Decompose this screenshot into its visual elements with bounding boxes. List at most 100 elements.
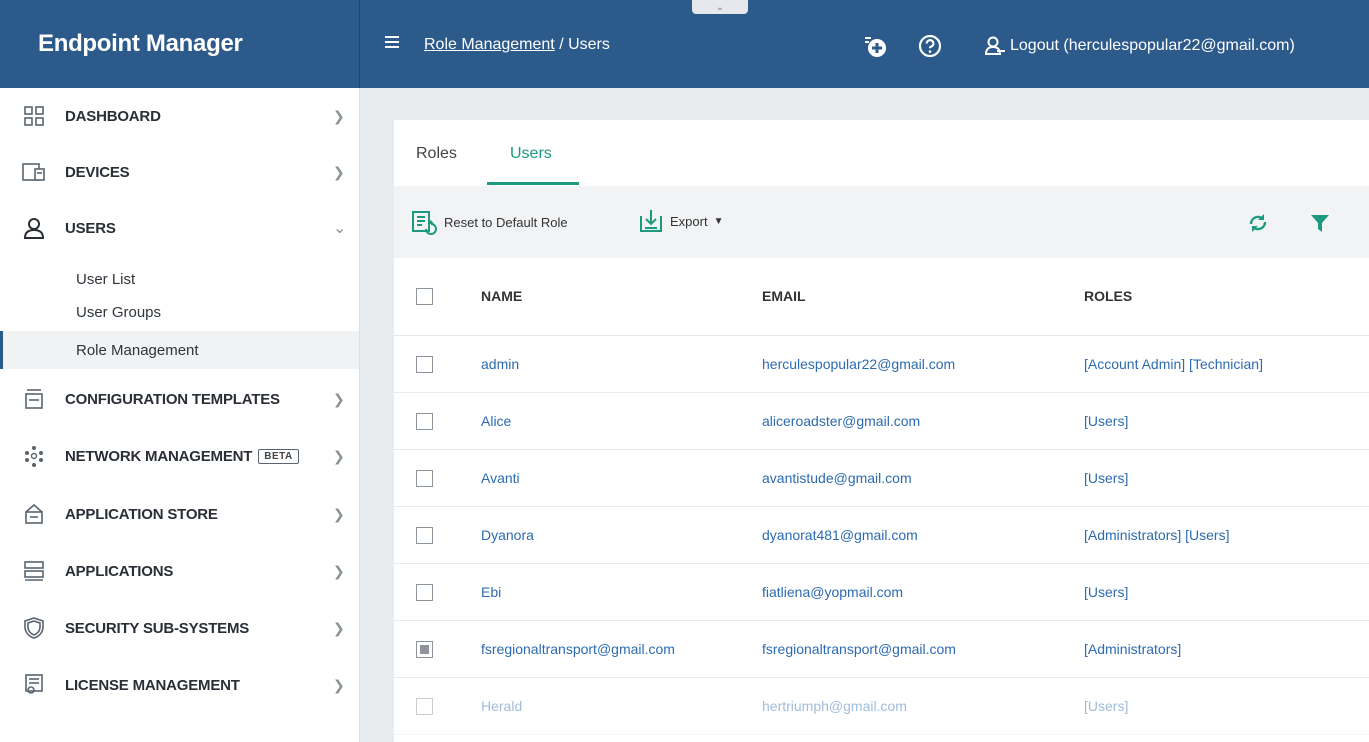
user-name-link[interactable]: Alice — [481, 413, 511, 429]
sidebar-item-security-sub-systems[interactable]: SECURITY SUB-SYSTEMS ❯ — [0, 600, 359, 656]
user-email-link[interactable]: dyanorat481@gmail.com — [762, 527, 918, 543]
table-row: Ebi fiatliena@yopmail.com [Users] — [394, 564, 1369, 621]
add-notification-icon[interactable] — [862, 33, 888, 59]
user-name-link[interactable]: Ebi — [481, 584, 501, 600]
row-checkbox[interactable] — [416, 698, 433, 715]
active-tab-indicator — [487, 182, 579, 185]
sidebar: DASHBOARD ❯ DEVICES ❯ USERS ⌄ User List … — [0, 88, 360, 742]
sidebar-item-dashboard[interactable]: DASHBOARD ❯ — [0, 88, 359, 144]
row-checkbox[interactable] — [416, 356, 433, 373]
sidebar-item-application-store[interactable]: APPLICATION STORE ❯ — [0, 486, 359, 542]
help-icon[interactable] — [917, 33, 943, 59]
logout-button[interactable]: Logout (herculespopular22@gmail.com) — [984, 35, 1295, 57]
user-email-link[interactable]: fiatliena@yopmail.com — [762, 584, 903, 600]
row-checkbox[interactable] — [416, 470, 433, 487]
dashboard-icon — [22, 104, 46, 128]
user-roles-link[interactable]: [Administrators] [Users] — [1084, 527, 1229, 543]
store-icon — [22, 502, 46, 526]
network-icon — [22, 444, 46, 468]
user-icon — [22, 216, 46, 240]
user-name-link[interactable]: Dyanora — [481, 527, 534, 543]
header-collapse-tab[interactable]: ⌄ — [692, 0, 748, 14]
sidebar-item-label: USERS — [65, 219, 116, 237]
chevron-right-icon: ❯ — [333, 562, 345, 579]
export-label: Export — [670, 213, 708, 229]
table-row: Alice aliceroadster@gmail.com [Users] — [394, 393, 1369, 450]
table-row: Avanti avantistude@gmail.com [Users] — [394, 450, 1369, 507]
user-roles-link[interactable]: [Users] — [1084, 413, 1128, 429]
sidebar-item-configuration-templates[interactable]: CONFIGURATION TEMPLATES ❯ — [0, 371, 359, 427]
row-checkbox[interactable] — [416, 641, 433, 658]
breadcrumb-role-management-link[interactable]: Role Management — [424, 36, 555, 53]
sidebar-item-label: APPLICATIONS — [65, 562, 174, 580]
export-dropdown[interactable]: Export ▼ — [638, 208, 723, 234]
user-icon — [984, 36, 1005, 55]
breadcrumb-separator: / — [554, 36, 569, 53]
sidebar-subitem-role-management[interactable]: Role Management — [0, 331, 359, 369]
user-email-link[interactable]: hertriumph@gmail.com — [762, 698, 907, 714]
chevron-down-icon: ⌄ — [333, 220, 347, 237]
user-name-link[interactable]: Avanti — [481, 470, 520, 486]
user-name-link[interactable]: fsregionaltransport@gmail.com — [481, 641, 675, 657]
tab-roles[interactable]: Roles — [416, 145, 457, 163]
row-checkbox[interactable] — [416, 413, 433, 430]
user-email-link[interactable]: herculespopular22@gmail.com — [762, 356, 955, 372]
chevron-right-icon: ❯ — [333, 619, 345, 636]
user-email-link[interactable]: aliceroadster@gmail.com — [762, 413, 920, 429]
sidebar-item-label: APPLICATION STORE — [65, 505, 218, 523]
table-row: Herald hertriumph@gmail.com [Users] — [394, 678, 1369, 735]
chevron-right-icon: ❯ — [333, 163, 345, 180]
tab-users[interactable]: Users — [510, 145, 552, 163]
logout-label: Logout (herculespopular22@gmail.com) — [1010, 37, 1295, 54]
devices-icon — [22, 160, 46, 184]
row-checkbox[interactable] — [416, 527, 433, 544]
sidebar-item-label: DASHBOARD — [65, 107, 161, 125]
chevron-right-icon: ❯ — [333, 390, 345, 407]
table-row: admin herculespopular22@gmail.com [Accou… — [394, 336, 1369, 393]
top-header: Endpoint Manager Role Management / Users… — [0, 0, 1369, 88]
column-header-roles[interactable]: ROLES — [1084, 288, 1132, 304]
select-all-checkbox[interactable] — [416, 288, 433, 305]
sidebar-item-label: DEVICES — [65, 163, 130, 181]
breadcrumb-current: Users — [568, 36, 610, 53]
export-icon — [640, 210, 662, 232]
menu-toggle-icon[interactable] — [385, 36, 399, 50]
reset-to-default-role-label: Reset to Default Role — [444, 214, 568, 230]
toolbar: Reset to Default Role Export ▼ — [394, 186, 1369, 258]
license-icon — [22, 673, 46, 697]
sidebar-subitem-user-groups[interactable]: User Groups — [0, 293, 359, 331]
sidebar-item-applications[interactable]: APPLICATIONS ❯ — [0, 543, 359, 599]
user-email-link[interactable]: fsregionaltransport@gmail.com — [762, 641, 956, 657]
refresh-icon[interactable] — [1247, 212, 1269, 234]
templates-icon — [22, 387, 46, 411]
user-roles-link[interactable]: [Account Admin] [Technician] — [1084, 356, 1263, 372]
chevron-right-icon: ❯ — [333, 505, 345, 522]
applications-icon — [22, 559, 46, 583]
table-row: Dyanora dyanorat481@gmail.com [Administr… — [394, 507, 1369, 564]
filter-icon[interactable] — [1309, 212, 1331, 234]
chevron-right-icon: ❯ — [333, 676, 345, 693]
users-panel: Roles Users Reset to Default Role Export… — [394, 120, 1369, 742]
sidebar-bottom-fade — [0, 702, 359, 742]
row-checkbox[interactable] — [416, 584, 433, 601]
sidebar-item-devices[interactable]: DEVICES ❯ — [0, 144, 359, 200]
sidebar-item-label: NETWORK MANAGEMENT BETA — [65, 448, 299, 465]
column-header-email[interactable]: EMAIL — [762, 288, 806, 304]
user-roles-link[interactable]: [Users] — [1084, 698, 1128, 714]
user-name-link[interactable]: admin — [481, 356, 519, 372]
column-header-name[interactable]: NAME — [481, 288, 522, 304]
user-email-link[interactable]: avantistude@gmail.com — [762, 470, 912, 486]
chevron-right-icon: ❯ — [333, 447, 345, 464]
shield-icon — [22, 616, 46, 640]
user-name-link[interactable]: Herald — [481, 698, 522, 714]
sidebar-item-users[interactable]: USERS ⌄ — [0, 200, 359, 256]
sidebar-item-label: LICENSE MANAGEMENT — [65, 676, 240, 694]
table-row: fsregionaltransport@gmail.com fsregional… — [394, 621, 1369, 678]
user-roles-link[interactable]: [Users] — [1084, 584, 1128, 600]
sidebar-item-network-management[interactable]: NETWORK MANAGEMENT BETA ❯ — [0, 428, 359, 484]
user-roles-link[interactable]: [Users] — [1084, 470, 1128, 486]
user-roles-link[interactable]: [Administrators] — [1084, 641, 1181, 657]
reset-to-default-role-button[interactable]: Reset to Default Role — [410, 208, 568, 236]
tab-bar: Roles Users — [394, 120, 1369, 186]
reset-role-icon — [412, 211, 437, 235]
